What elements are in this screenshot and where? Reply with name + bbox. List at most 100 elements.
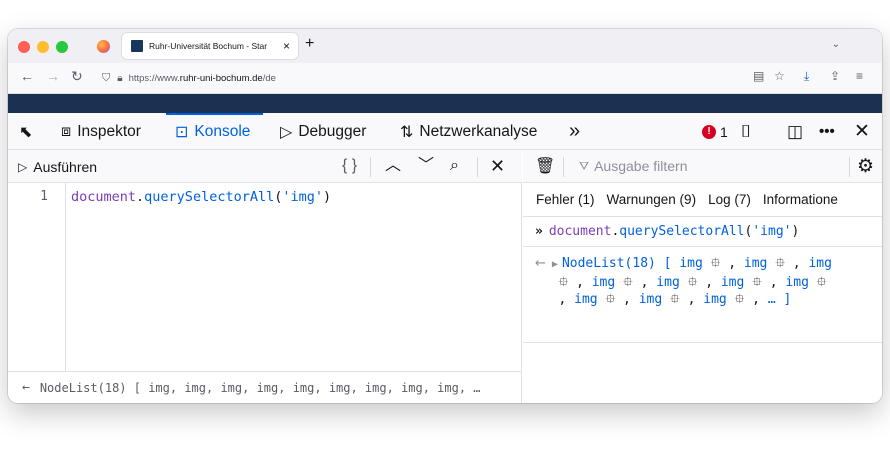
reader-view-icon[interactable]: ▤ (753, 70, 764, 82)
browser-window: Ruhr-Universität Bochum - Star × + ⌄ ← →… (8, 29, 882, 403)
run-button-label: Ausführen (33, 159, 98, 175)
menu-icon[interactable]: ≡ (856, 70, 863, 82)
tab-title: Ruhr-Universität Bochum - Star (149, 41, 268, 51)
node-inspect-icon[interactable]: ⯐ (775, 256, 785, 271)
share-icon[interactable]: ⇪ (830, 70, 840, 82)
nodelist-item[interactable]: img (656, 275, 679, 290)
prompt-chevron-icon: » (535, 224, 543, 239)
nodelist-item[interactable]: img (574, 292, 597, 307)
node-inspect-icon[interactable]: ⯐ (605, 292, 615, 307)
filter-funnel-icon: ⛛ (579, 158, 590, 173)
element-picker-icon[interactable]: ⬉ (19, 113, 38, 150)
node-inspect-icon[interactable]: ⯐ (670, 292, 680, 307)
console-toolbar: 🗑︎ ⛛ Ausgabe filtern ⚙ (523, 150, 882, 183)
play-icon: ▷ (18, 160, 28, 174)
editor-toolbar: ▷ Ausführen { } ︿ ﹀ ⌕ ✕ (8, 150, 522, 183)
node-inspect-icon[interactable]: ⯐ (623, 275, 633, 290)
tab-debugger[interactable]: ▷ Debugger (280, 113, 366, 150)
nodelist-item[interactable]: img (679, 256, 702, 271)
tracking-shield-icon[interactable]: ⛉ (102, 72, 110, 85)
close-devtools-icon[interactable]: ✕ (854, 113, 870, 150)
downloads-icon[interactable]: ⤓ (804, 70, 809, 82)
more-tools-button[interactable]: » (569, 113, 580, 150)
firefox-view-icon[interactable] (97, 40, 110, 53)
new-tab-button[interactable]: + (305, 36, 314, 52)
history-down-icon[interactable]: ﹀ (418, 155, 434, 177)
nodelist-item[interactable]: img (592, 275, 615, 290)
editor-result-preview: ← NodeList(18) [ img, img, img, img, img… (8, 371, 522, 403)
code-paren-close: ) (323, 189, 332, 205)
browser-tab[interactable]: Ruhr-Universität Bochum - Star × (122, 33, 298, 59)
history-up-icon[interactable]: ︿ (385, 155, 401, 177)
console-settings-gear-icon[interactable]: ⚙ (857, 155, 874, 178)
nodelist-item[interactable]: img (744, 256, 767, 271)
result-arrow-icon: ← (535, 256, 546, 271)
tab-konsole-label: Konsole (194, 122, 251, 140)
node-inspect-icon[interactable]: ⯐ (711, 256, 721, 271)
expand-triangle-icon[interactable]: ▶ (552, 259, 558, 270)
minimize-window-button[interactable] (37, 41, 49, 53)
code-line[interactable]: document.querySelectorAll('img') (71, 189, 331, 205)
filter-tab-errors[interactable]: Fehler (1) (536, 192, 595, 207)
echo-paren-close: ) (791, 224, 800, 239)
nodelist-item[interactable]: img (639, 292, 662, 307)
filter-tab-logs[interactable]: Log (7) (708, 192, 751, 207)
node-inspect-icon[interactable]: ⯐ (558, 275, 568, 290)
pretty-print-icon[interactable]: { } (342, 155, 357, 177)
forward-arrow-icon[interactable]: → (46, 69, 60, 83)
close-window-button[interactable] (18, 41, 30, 53)
node-inspect-icon[interactable]: ⯐ (752, 275, 762, 290)
error-icon: ! (702, 124, 716, 139)
screenshot-icon[interactable]: ⌷ (741, 113, 751, 150)
url-text: https://www.ruhr-uni-bochum.de/de (128, 72, 276, 84)
tab-list-chevron-icon[interactable]: ⌄ (832, 39, 840, 50)
node-inspect-icon[interactable]: ⯐ (735, 292, 745, 307)
nodelist-item[interactable]: img (808, 256, 831, 271)
tab-netzwerkanalyse-label: Netzwerkanalyse (419, 122, 538, 140)
options-menu-icon[interactable]: ••• (819, 113, 835, 150)
nodelist-item[interactable]: img (785, 275, 808, 290)
lock-icon[interactable]: 🔒︎ (117, 73, 122, 84)
code-string: 'img' (282, 189, 323, 205)
node-inspect-icon[interactable]: ⯐ (817, 275, 827, 290)
back-arrow-icon[interactable]: ← (20, 69, 34, 83)
tab-netzwerkanalyse[interactable]: ⇅ Netzwerkanalyse (400, 113, 537, 150)
code-function: querySelectorAll (144, 189, 275, 205)
site-favicon-icon (131, 40, 143, 52)
nodelist-type[interactable]: NodeList(18) (562, 256, 656, 271)
result-arrow-icon: ← (22, 380, 30, 395)
echo-object: document (548, 224, 612, 239)
dock-layout-icon[interactable]: ◫ (787, 113, 803, 150)
console-output-pane: 🗑︎ ⛛ Ausgabe filtern ⚙ Fehler (1) Warnun… (523, 150, 882, 403)
reload-icon[interactable]: ↻ (71, 69, 83, 83)
bookmark-star-icon[interactable]: ☆ (774, 70, 785, 82)
run-button[interactable]: ▷ Ausführen (18, 156, 97, 178)
close-editor-icon[interactable]: ✕ (490, 155, 505, 177)
console-filter-tabs: Fehler (1) Warnungen (9) Log (7) Informa… (523, 183, 882, 217)
tab-close-icon[interactable]: × (283, 40, 290, 52)
maximize-window-button[interactable] (56, 41, 68, 53)
clear-console-trash-icon[interactable]: 🗑︎ (535, 156, 555, 176)
toolbar-separator (370, 157, 371, 177)
error-counter[interactable]: ! 1 (702, 113, 728, 150)
tab-inspektor[interactable]: ⧈ Inspektor (61, 113, 141, 150)
bracket-open: [ (663, 256, 672, 271)
toolbar-separator (849, 157, 850, 177)
filter-tab-warnings[interactable]: Warnungen (9) (607, 192, 697, 207)
error-count: 1 (720, 123, 728, 140)
reverse-search-icon[interactable]: ⌕ (450, 155, 459, 177)
nodelist-item[interactable]: img (703, 292, 726, 307)
multiline-editor: ▷ Ausführen { } ︿ ﹀ ⌕ ✕ 1 document.query… (8, 150, 522, 403)
tab-bar: Ruhr-Universität Bochum - Star × + ⌄ (8, 29, 882, 63)
devtools-toolbar: ⬉ ⧈ Inspektor ⊡ Konsole ▷ Debugger ⇅ Net… (8, 113, 882, 150)
line-number: 1 (40, 189, 48, 204)
tab-konsole[interactable]: ⊡ Konsole (175, 113, 250, 150)
filter-tab-info[interactable]: Informatione (763, 192, 838, 207)
filter-input[interactable]: ⛛ Ausgabe filtern (579, 158, 688, 174)
console-result-message[interactable]: ← ▶ NodeList(18) [ img ⯐ , img ⯐ , img ⯐ ,… (523, 247, 882, 343)
nodelist-item[interactable]: img (721, 275, 744, 290)
url-bar[interactable]: ⛉ 🔒︎ https://www.ruhr-uni-bochum.de/de (102, 67, 702, 89)
node-inspect-icon[interactable]: ⯐ (688, 275, 698, 290)
toolbar-separator (563, 157, 564, 177)
nodelist-ellipsis: … (767, 292, 776, 307)
